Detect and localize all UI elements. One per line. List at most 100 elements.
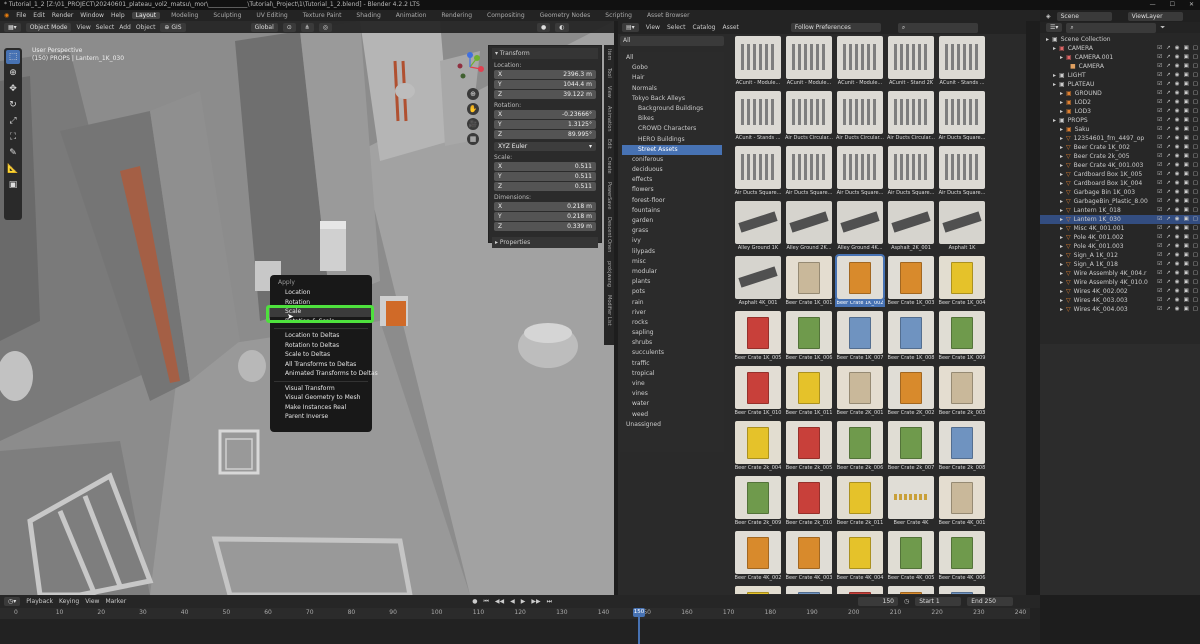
tab-item[interactable]: Item <box>606 49 612 60</box>
render-icon[interactable]: ▢ <box>1193 62 1198 71</box>
add-cube-icon[interactable]: ▣ <box>6 178 20 192</box>
camera-icon[interactable]: ▣ <box>1184 179 1189 188</box>
camera-icon[interactable]: ▣ <box>1184 269 1189 278</box>
catalog-item[interactable]: effects <box>622 175 722 185</box>
camera-icon[interactable]: ▣ <box>1184 296 1189 305</box>
rotation-y-field[interactable]: Y 1.3125° <box>494 120 596 129</box>
camera-icon[interactable]: ▣ <box>1184 305 1189 314</box>
outliner-row[interactable]: ▸ ▽ Lantern 1K_030 ☑ ➚ ◉ ▣ ▢ <box>1040 215 1200 224</box>
tab-modifier-list[interactable]: Modifier List <box>606 295 612 326</box>
catalog-item[interactable]: CROWD Characters <box>622 124 722 134</box>
catalog-item[interactable]: weed <box>622 410 722 420</box>
checkbox-icon[interactable]: ☑ <box>1157 53 1162 62</box>
camera-icon[interactable]: ▣ <box>1184 233 1189 242</box>
checkbox-icon[interactable]: ☑ <box>1157 116 1162 125</box>
asset-tile[interactable]: Beer Crate 2k_008 <box>937 421 987 476</box>
checkbox-icon[interactable]: ☑ <box>1157 80 1162 89</box>
render-icon[interactable]: ▢ <box>1193 107 1198 116</box>
outliner-row[interactable]: ▸ ▣ LOD3 ☑ ➚ ◉ ▣ ▢ <box>1040 107 1200 116</box>
camera-icon[interactable]: ▣ <box>1184 224 1189 233</box>
dimensions-x-field[interactable]: X 0.218 m <box>494 202 596 211</box>
asset-tile[interactable]: Beer Crate 4K <box>886 476 936 531</box>
current-frame-field[interactable]: 150 <box>857 597 898 606</box>
camera-icon[interactable]: ▣ <box>1184 89 1189 98</box>
catalog-item[interactable]: forest-floor <box>622 196 722 206</box>
camera-icon[interactable]: ▣ <box>1184 161 1189 170</box>
asset-tile[interactable]: Air Ducts Square... <box>937 91 987 146</box>
outliner-row[interactable]: ▸ ▽ Pole 4K_001.002 ☑ ➚ ◉ ▣ ▢ <box>1040 233 1200 242</box>
catalog-item[interactable]: vines <box>622 389 722 399</box>
checkbox-icon[interactable]: ☑ <box>1157 107 1162 116</box>
catalog-item[interactable]: Normals <box>622 84 722 94</box>
asset-tile[interactable]: Air Ducts Circular... <box>835 91 885 146</box>
tab-animation[interactable]: Animation <box>606 106 612 132</box>
asset-tile[interactable]: Asphalt 1K <box>937 201 987 256</box>
gizmo-y-axis[interactable] <box>474 55 480 61</box>
eye-icon[interactable]: ◉ <box>1175 107 1180 116</box>
expand-arrow-icon[interactable]: ▸ <box>1060 107 1063 116</box>
eye-icon[interactable]: ◉ <box>1175 179 1180 188</box>
asset-tile[interactable]: Beer Crate 4K_003 <box>784 531 834 586</box>
asset-tile[interactable]: Beer Crate 2k_010 <box>784 476 834 531</box>
eye-icon[interactable]: ◉ <box>1175 53 1180 62</box>
jump-end-icon[interactable]: ⏭ <box>547 598 552 606</box>
outliner-row[interactable]: ▸ ▽ Sign_A 1K_018 ☑ ➚ ◉ ▣ ▢ <box>1040 260 1200 269</box>
select-arrow-icon[interactable]: ➚ <box>1166 197 1171 206</box>
location-z-field[interactable]: Z 39.122 m <box>494 90 596 99</box>
asset-tile[interactable]: Beer Crate 2k_007 <box>886 421 936 476</box>
rotation-z-field[interactable]: Z 89.995° <box>494 130 596 139</box>
outliner-row[interactable]: ▸ ▽ Beer Crate 2k_005 ☑ ➚ ◉ ▣ ▢ <box>1040 152 1200 161</box>
asset-tile[interactable]: Asphalt 4K_001 <box>733 256 783 311</box>
catalog-item[interactable]: water <box>622 399 722 409</box>
checkbox-icon[interactable]: ☑ <box>1157 44 1162 53</box>
tab-descent[interactable]: Descent Onen <box>606 217 612 252</box>
camera-icon[interactable]: ▣ <box>1184 251 1189 260</box>
menu-item-scale-to-deltas[interactable]: Scale to Deltas <box>270 350 372 360</box>
checkbox-icon[interactable]: ☑ <box>1157 89 1162 98</box>
catalog-item[interactable]: misc <box>622 257 722 267</box>
asset-tile[interactable]: Beer Crate 1K_002 <box>835 254 885 311</box>
checkbox-icon[interactable]: ☑ <box>1157 197 1162 206</box>
gizmo-x-axis[interactable] <box>478 66 484 72</box>
select-arrow-icon[interactable]: ➚ <box>1166 188 1171 197</box>
outliner-row[interactable]: ▸ ▣ CAMERA ☑ ➚ ◉ ▣ ▢ <box>1040 44 1200 53</box>
checkbox-icon[interactable]: ☑ <box>1157 71 1162 80</box>
asset-tile[interactable]: ACunit - Module... <box>733 36 783 91</box>
measure-icon[interactable]: 📐 <box>6 162 20 176</box>
render-icon[interactable]: ▢ <box>1193 161 1198 170</box>
checkbox-icon[interactable]: ☑ <box>1157 287 1162 296</box>
select-arrow-icon[interactable]: ➚ <box>1166 125 1171 134</box>
select-arrow-icon[interactable]: ➚ <box>1166 287 1171 296</box>
transform-orientation-dropdown[interactable]: Global <box>250 22 278 32</box>
eye-icon[interactable]: ◉ <box>1175 80 1180 89</box>
snap-icon[interactable]: ⋔ <box>300 22 314 32</box>
object-mode-dropdown[interactable]: Object Mode <box>25 22 72 32</box>
menu-item-rotation-to-deltas[interactable]: Rotation to Deltas <box>270 341 372 351</box>
asset-tile[interactable]: Beer Crate 1K_004 <box>937 256 987 311</box>
outliner-row[interactable]: ▸ ▽ Sign_A 1K_012 ☑ ➚ ◉ ▣ ▢ <box>1040 251 1200 260</box>
catalog-item[interactable]: modular <box>622 267 722 277</box>
move-icon[interactable]: ✥ <box>6 82 20 96</box>
render-icon[interactable]: ▢ <box>1193 215 1198 224</box>
select-arrow-icon[interactable]: ➚ <box>1166 224 1171 233</box>
eye-icon[interactable]: ◉ <box>1175 161 1180 170</box>
eye-icon[interactable]: ◉ <box>1175 170 1180 179</box>
location-y-field[interactable]: Y 1044.4 m <box>494 80 596 89</box>
rotation-mode-dropdown[interactable]: XYZ Euler ▾ <box>494 142 596 151</box>
clock-icon[interactable]: ◷ <box>904 598 909 605</box>
annotate-icon[interactable]: ✎ <box>6 146 20 160</box>
catalog-item[interactable]: lilypads <box>622 247 722 257</box>
render-icon[interactable]: ▢ <box>1193 143 1198 152</box>
checkbox-icon[interactable]: ☑ <box>1157 98 1162 107</box>
asset-tile[interactable]: ACunit - Stand 2K <box>886 36 936 91</box>
expand-arrow-icon[interactable]: ▸ <box>1053 71 1056 80</box>
render-icon[interactable]: ▢ <box>1193 179 1198 188</box>
navigation-gizmo[interactable] <box>455 52 485 82</box>
pan-hand-icon[interactable]: ✋ <box>467 103 479 115</box>
render-icon[interactable]: ▢ <box>1193 170 1198 179</box>
record-icon[interactable]: ● <box>472 598 477 605</box>
workspace-tab-asset-browser[interactable]: Asset Browser <box>643 12 694 19</box>
scale-z-field[interactable]: Z 0.511 <box>494 182 596 191</box>
select-arrow-icon[interactable]: ➚ <box>1166 278 1171 287</box>
workspace-tab-geometry-nodes[interactable]: Geometry Nodes <box>536 12 595 19</box>
